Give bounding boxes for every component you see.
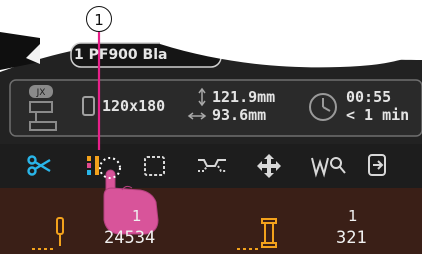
stitch-total: 24534 — [104, 228, 156, 248]
color-index: 1 — [348, 207, 358, 225]
model-tab-label[interactable]: 1 PF900 Bla — [74, 47, 167, 63]
color-total: 321 — [336, 228, 367, 248]
design-height-value: 121.9mm — [212, 88, 276, 106]
callout-number: 1 — [86, 6, 112, 32]
jx-badge-text: JX — [36, 88, 46, 98]
sewing-time-value: 00:55 — [346, 88, 392, 106]
design-width-value: 93.6mm — [212, 106, 267, 124]
stitch-index: 1 — [132, 207, 142, 225]
screen-crop: JX 1 1 PF900 Bla 120x180 121.9mm 93.6mm … — [0, 0, 422, 254]
machine-panel-svg: JX — [0, 0, 422, 254]
design-size-value: 120x180 — [102, 97, 166, 115]
remaining-time-value: < 1 min — [346, 106, 410, 124]
